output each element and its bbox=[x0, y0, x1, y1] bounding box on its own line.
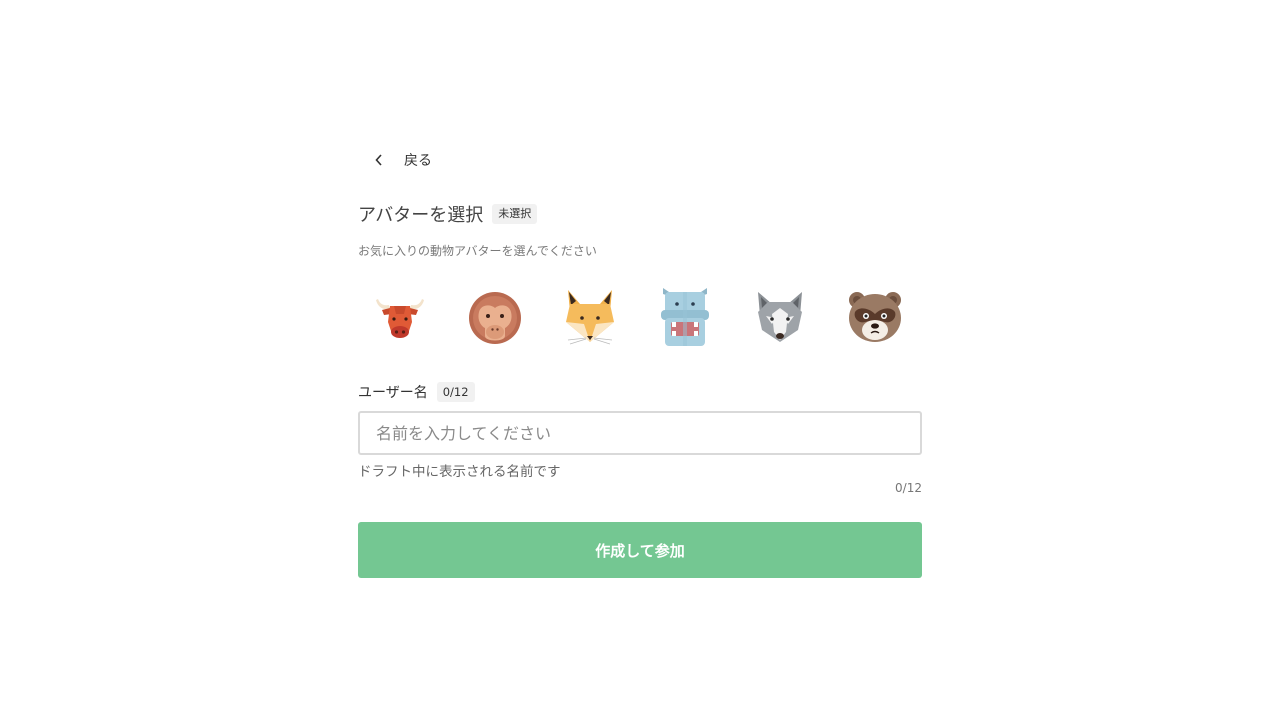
username-input[interactable] bbox=[358, 411, 922, 455]
avatar-title: アバターを選択 bbox=[358, 205, 484, 226]
avatar-option-hippo[interactable] bbox=[653, 284, 717, 348]
hippo-icon bbox=[661, 288, 709, 346]
username-label: ユーザー名 bbox=[358, 385, 428, 401]
username-char-counter: 0/12 bbox=[895, 481, 922, 495]
username-helper-text: ドラフト中に表示される名前です bbox=[358, 464, 561, 480]
avatar-option-fox[interactable] bbox=[558, 284, 622, 348]
username-count-badge: 0/12 bbox=[436, 382, 475, 402]
avatar-list bbox=[368, 284, 907, 348]
avatar-option-bull[interactable] bbox=[368, 284, 432, 348]
avatar-subtitle: お気に入りの動物アバターを選んでください bbox=[358, 244, 597, 258]
avatar-option-wolf[interactable] bbox=[748, 284, 812, 348]
avatar-status-badge: 未選択 bbox=[492, 204, 538, 224]
bull-icon bbox=[376, 299, 424, 338]
avatar-option-monkey[interactable] bbox=[463, 284, 527, 348]
username-heading: ユーザー名 0/12 bbox=[358, 381, 475, 403]
fox-icon bbox=[566, 290, 614, 345]
monkey-icon bbox=[469, 292, 521, 344]
wolf-icon bbox=[758, 292, 802, 342]
avatar-heading: アバターを選択 未選択 bbox=[358, 202, 538, 226]
create-and-join-button[interactable]: 作成して参加 bbox=[358, 522, 922, 578]
back-label: 戻る bbox=[404, 153, 432, 169]
tanuki-icon bbox=[849, 292, 901, 342]
back-button[interactable]: 戻る bbox=[374, 148, 432, 172]
avatar-option-tanuki[interactable] bbox=[843, 284, 907, 348]
chevron-left-icon bbox=[374, 148, 384, 172]
